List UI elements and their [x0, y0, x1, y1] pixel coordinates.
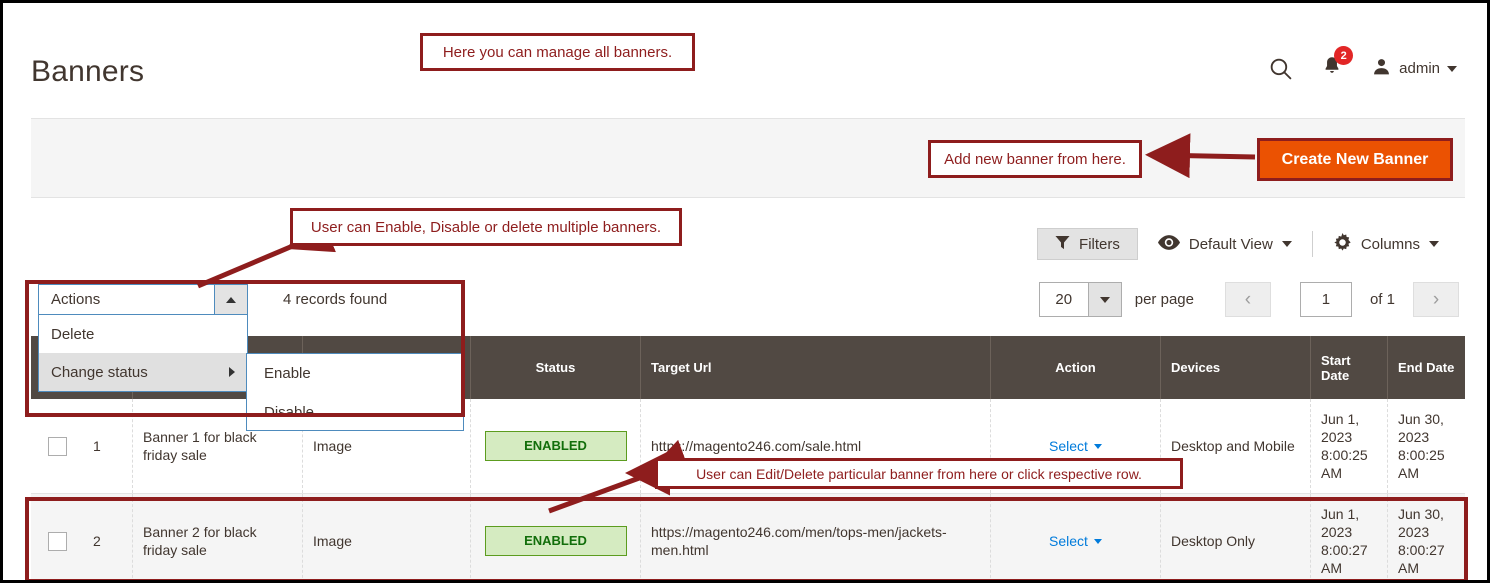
next-page-button[interactable]: ›	[1413, 282, 1459, 317]
table-row[interactable]: 2 Banner 2 for black friday sale Image E…	[31, 494, 1465, 583]
cell-devices: Desktop and Mobile	[1161, 399, 1311, 493]
cell-devices: Desktop Only	[1161, 494, 1311, 583]
per-page-select[interactable]: 20	[1039, 282, 1122, 317]
chevron-down-icon	[1094, 444, 1102, 449]
cell-target-url: https://magento246.com/men/tops-men/jack…	[641, 494, 991, 583]
create-new-banner-button[interactable]: Create New Banner	[1257, 138, 1453, 181]
annotation-multi-banner-actions: User can Enable, Disable or delete multi…	[290, 208, 682, 246]
row-action-select[interactable]: Select	[1049, 437, 1102, 455]
column-header-target-url[interactable]: Target Url	[641, 336, 991, 399]
page-title: Banners	[31, 55, 144, 89]
annotation-manage-banners: Here you can manage all banners.	[420, 33, 695, 71]
user-avatar-icon	[1371, 56, 1392, 82]
mass-actions-select[interactable]: Actions	[38, 284, 248, 315]
admin-label: admin	[1399, 60, 1440, 77]
status-badge: ENABLED	[485, 431, 627, 461]
submenu-item-disable-label: Disable	[264, 404, 314, 421]
row-checkbox[interactable]	[48, 437, 67, 456]
chevron-right-icon	[229, 367, 235, 377]
annotation-edit-delete-row: User can Edit/Delete particular banner f…	[655, 458, 1183, 489]
row-action-select-label: Select	[1049, 437, 1088, 455]
menu-item-change-status-label: Change status	[51, 364, 148, 381]
pagination-controls: 20 per page ‹ 1 of 1 ›	[1039, 282, 1459, 317]
notification-count-badge: 2	[1334, 46, 1353, 65]
page-actions-panel	[31, 118, 1465, 198]
funnel-icon	[1055, 235, 1070, 254]
header-icon-group: 2 admin	[1268, 55, 1457, 82]
column-header-start-date[interactable]: Start Date	[1311, 336, 1388, 399]
column-header-action[interactable]: Action	[991, 336, 1161, 399]
column-header-devices[interactable]: Devices	[1161, 336, 1311, 399]
page-number-input[interactable]: 1	[1300, 282, 1352, 317]
columns-dropdown[interactable]: Columns	[1313, 228, 1459, 260]
status-badge: ENABLED	[485, 526, 627, 556]
cell-action: Select	[991, 494, 1161, 583]
menu-item-delete-label: Delete	[51, 326, 94, 343]
mass-actions-menu: Delete Change status	[38, 315, 248, 392]
menu-item-change-status[interactable]: Change status	[39, 353, 247, 391]
submenu-item-enable-label: Enable	[264, 365, 311, 382]
chevron-down-icon	[1088, 283, 1121, 316]
mass-actions-label: Actions	[39, 285, 214, 314]
cell-name: Banner 2 for black friday sale	[133, 494, 303, 583]
admin-menu-button[interactable]: admin	[1371, 56, 1457, 82]
columns-label: Columns	[1361, 236, 1420, 253]
menu-item-delete[interactable]: Delete	[39, 315, 247, 353]
cell-type: Image	[303, 494, 471, 583]
column-header-status[interactable]: Status	[471, 336, 641, 399]
change-status-submenu: Enable Disable	[246, 353, 464, 431]
app-window: Banners 2 admi	[0, 0, 1490, 583]
notifications-button[interactable]: 2	[1321, 55, 1343, 82]
cell-status: ENABLED	[471, 494, 641, 583]
column-header-end-date[interactable]: End Date	[1388, 336, 1465, 399]
cell-id: 2	[83, 494, 133, 583]
eye-icon	[1158, 235, 1180, 254]
row-action-select[interactable]: Select	[1049, 532, 1102, 550]
records-found-label: 4 records found	[283, 291, 387, 308]
row-checkbox-cell	[31, 494, 83, 583]
total-pages-label: of 1	[1370, 291, 1395, 308]
gear-icon	[1333, 233, 1352, 256]
row-checkbox-cell	[31, 399, 83, 493]
chevron-down-icon	[1447, 66, 1457, 72]
row-action-select-label: Select	[1049, 532, 1088, 550]
cell-start-date: Jun 1, 2023 8:00:25 AM	[1311, 399, 1388, 493]
cell-id: 1	[83, 399, 133, 493]
chevron-up-icon	[214, 285, 247, 314]
cell-end-date: Jun 30, 2023 8:00:27 AM	[1388, 494, 1465, 583]
search-icon[interactable]	[1268, 56, 1293, 81]
row-checkbox[interactable]	[48, 532, 67, 551]
cell-start-date: Jun 1, 2023 8:00:27 AM	[1311, 494, 1388, 583]
cell-end-date: Jun 30, 2023 8:00:25 AM	[1388, 399, 1465, 493]
annotation-add-new-banner: Add new banner from here.	[928, 140, 1142, 178]
filters-label: Filters	[1079, 236, 1120, 253]
chevron-down-icon	[1094, 539, 1102, 544]
submenu-item-disable[interactable]: Disable	[247, 393, 463, 432]
filters-button[interactable]: Filters	[1037, 228, 1138, 260]
chevron-down-icon	[1282, 241, 1292, 247]
default-view-label: Default View	[1189, 236, 1273, 253]
per-page-value: 20	[1040, 283, 1088, 316]
grid-toolbar: Filters Default View Columns	[1037, 228, 1459, 260]
per-page-label: per page	[1135, 291, 1194, 308]
cell-status: ENABLED	[471, 399, 641, 493]
default-view-dropdown[interactable]: Default View	[1138, 228, 1312, 260]
submenu-item-enable[interactable]: Enable	[247, 354, 463, 393]
chevron-down-icon	[1429, 241, 1439, 247]
previous-page-button[interactable]: ‹	[1225, 282, 1271, 317]
